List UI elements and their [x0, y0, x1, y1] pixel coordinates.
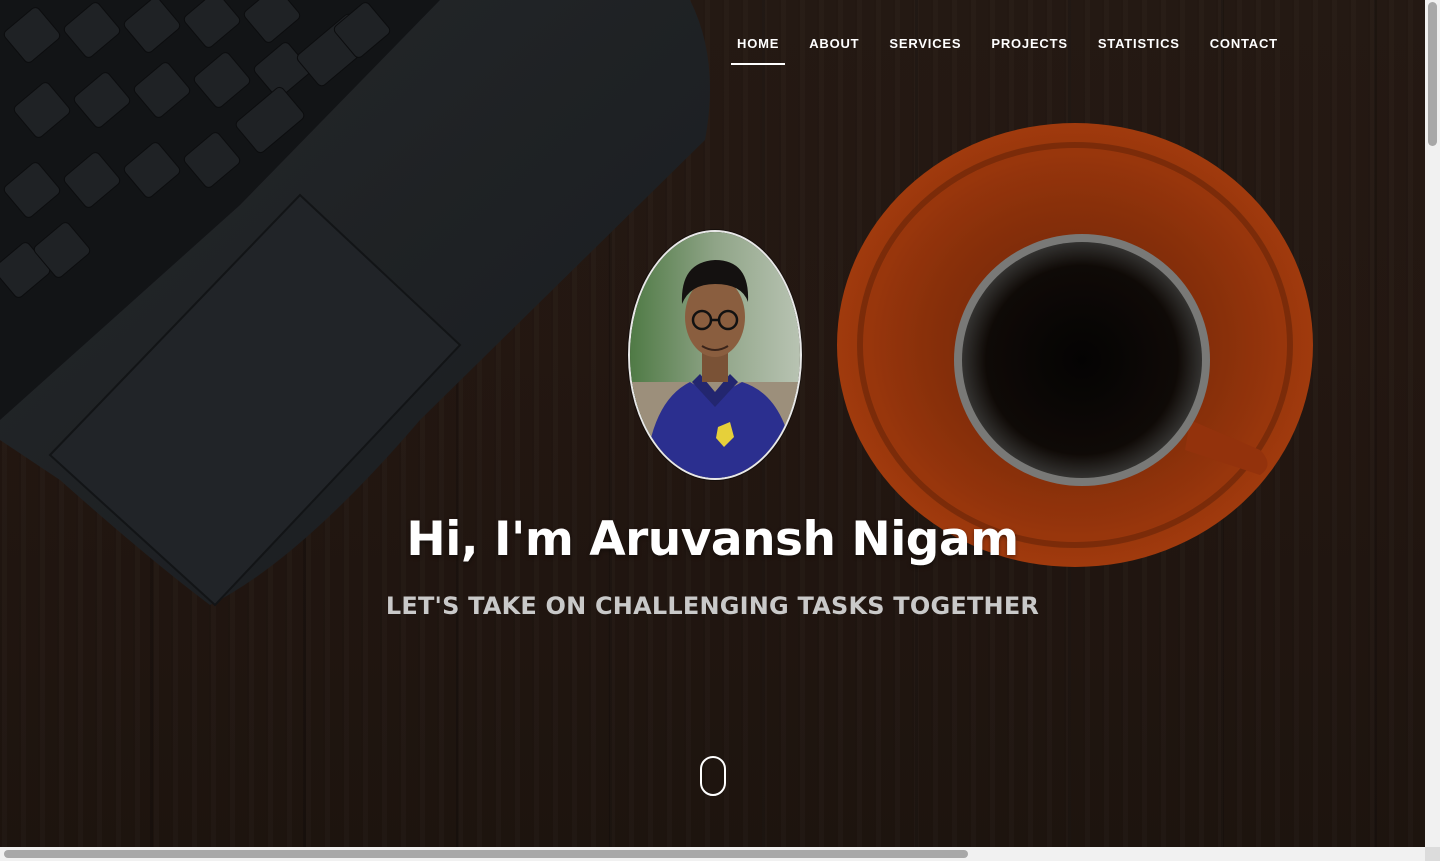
nav-services[interactable]: SERVICES — [874, 34, 976, 65]
nav-about[interactable]: ABOUT — [794, 34, 874, 65]
scrollbar-corner — [1425, 847, 1440, 861]
mouse-scroll-icon[interactable] — [700, 756, 726, 796]
nav-statistics[interactable]: STATISTICS — [1083, 34, 1195, 65]
horizontal-scrollbar-thumb[interactable] — [4, 850, 968, 858]
nav-projects[interactable]: PROJECTS — [976, 34, 1082, 65]
vertical-scrollbar[interactable] — [1425, 0, 1440, 847]
hero-subtitle: LET'S TAKE ON CHALLENGING TASKS TOGETHER — [385, 592, 1040, 620]
hero-title: Hi, I'm Aruvansh Nigam — [406, 512, 1019, 567]
main-navigation: HOME ABOUT SERVICES PROJECTS STATISTICS … — [722, 34, 1293, 65]
horizontal-scrollbar[interactable] — [0, 847, 1425, 861]
nav-contact[interactable]: CONTACT — [1195, 34, 1293, 65]
profile-avatar — [628, 230, 802, 480]
nav-home[interactable]: HOME — [722, 34, 794, 65]
profile-photo — [630, 232, 800, 478]
vertical-scrollbar-thumb[interactable] — [1428, 2, 1437, 146]
hero-section: HOME ABOUT SERVICES PROJECTS STATISTICS … — [0, 0, 1425, 847]
